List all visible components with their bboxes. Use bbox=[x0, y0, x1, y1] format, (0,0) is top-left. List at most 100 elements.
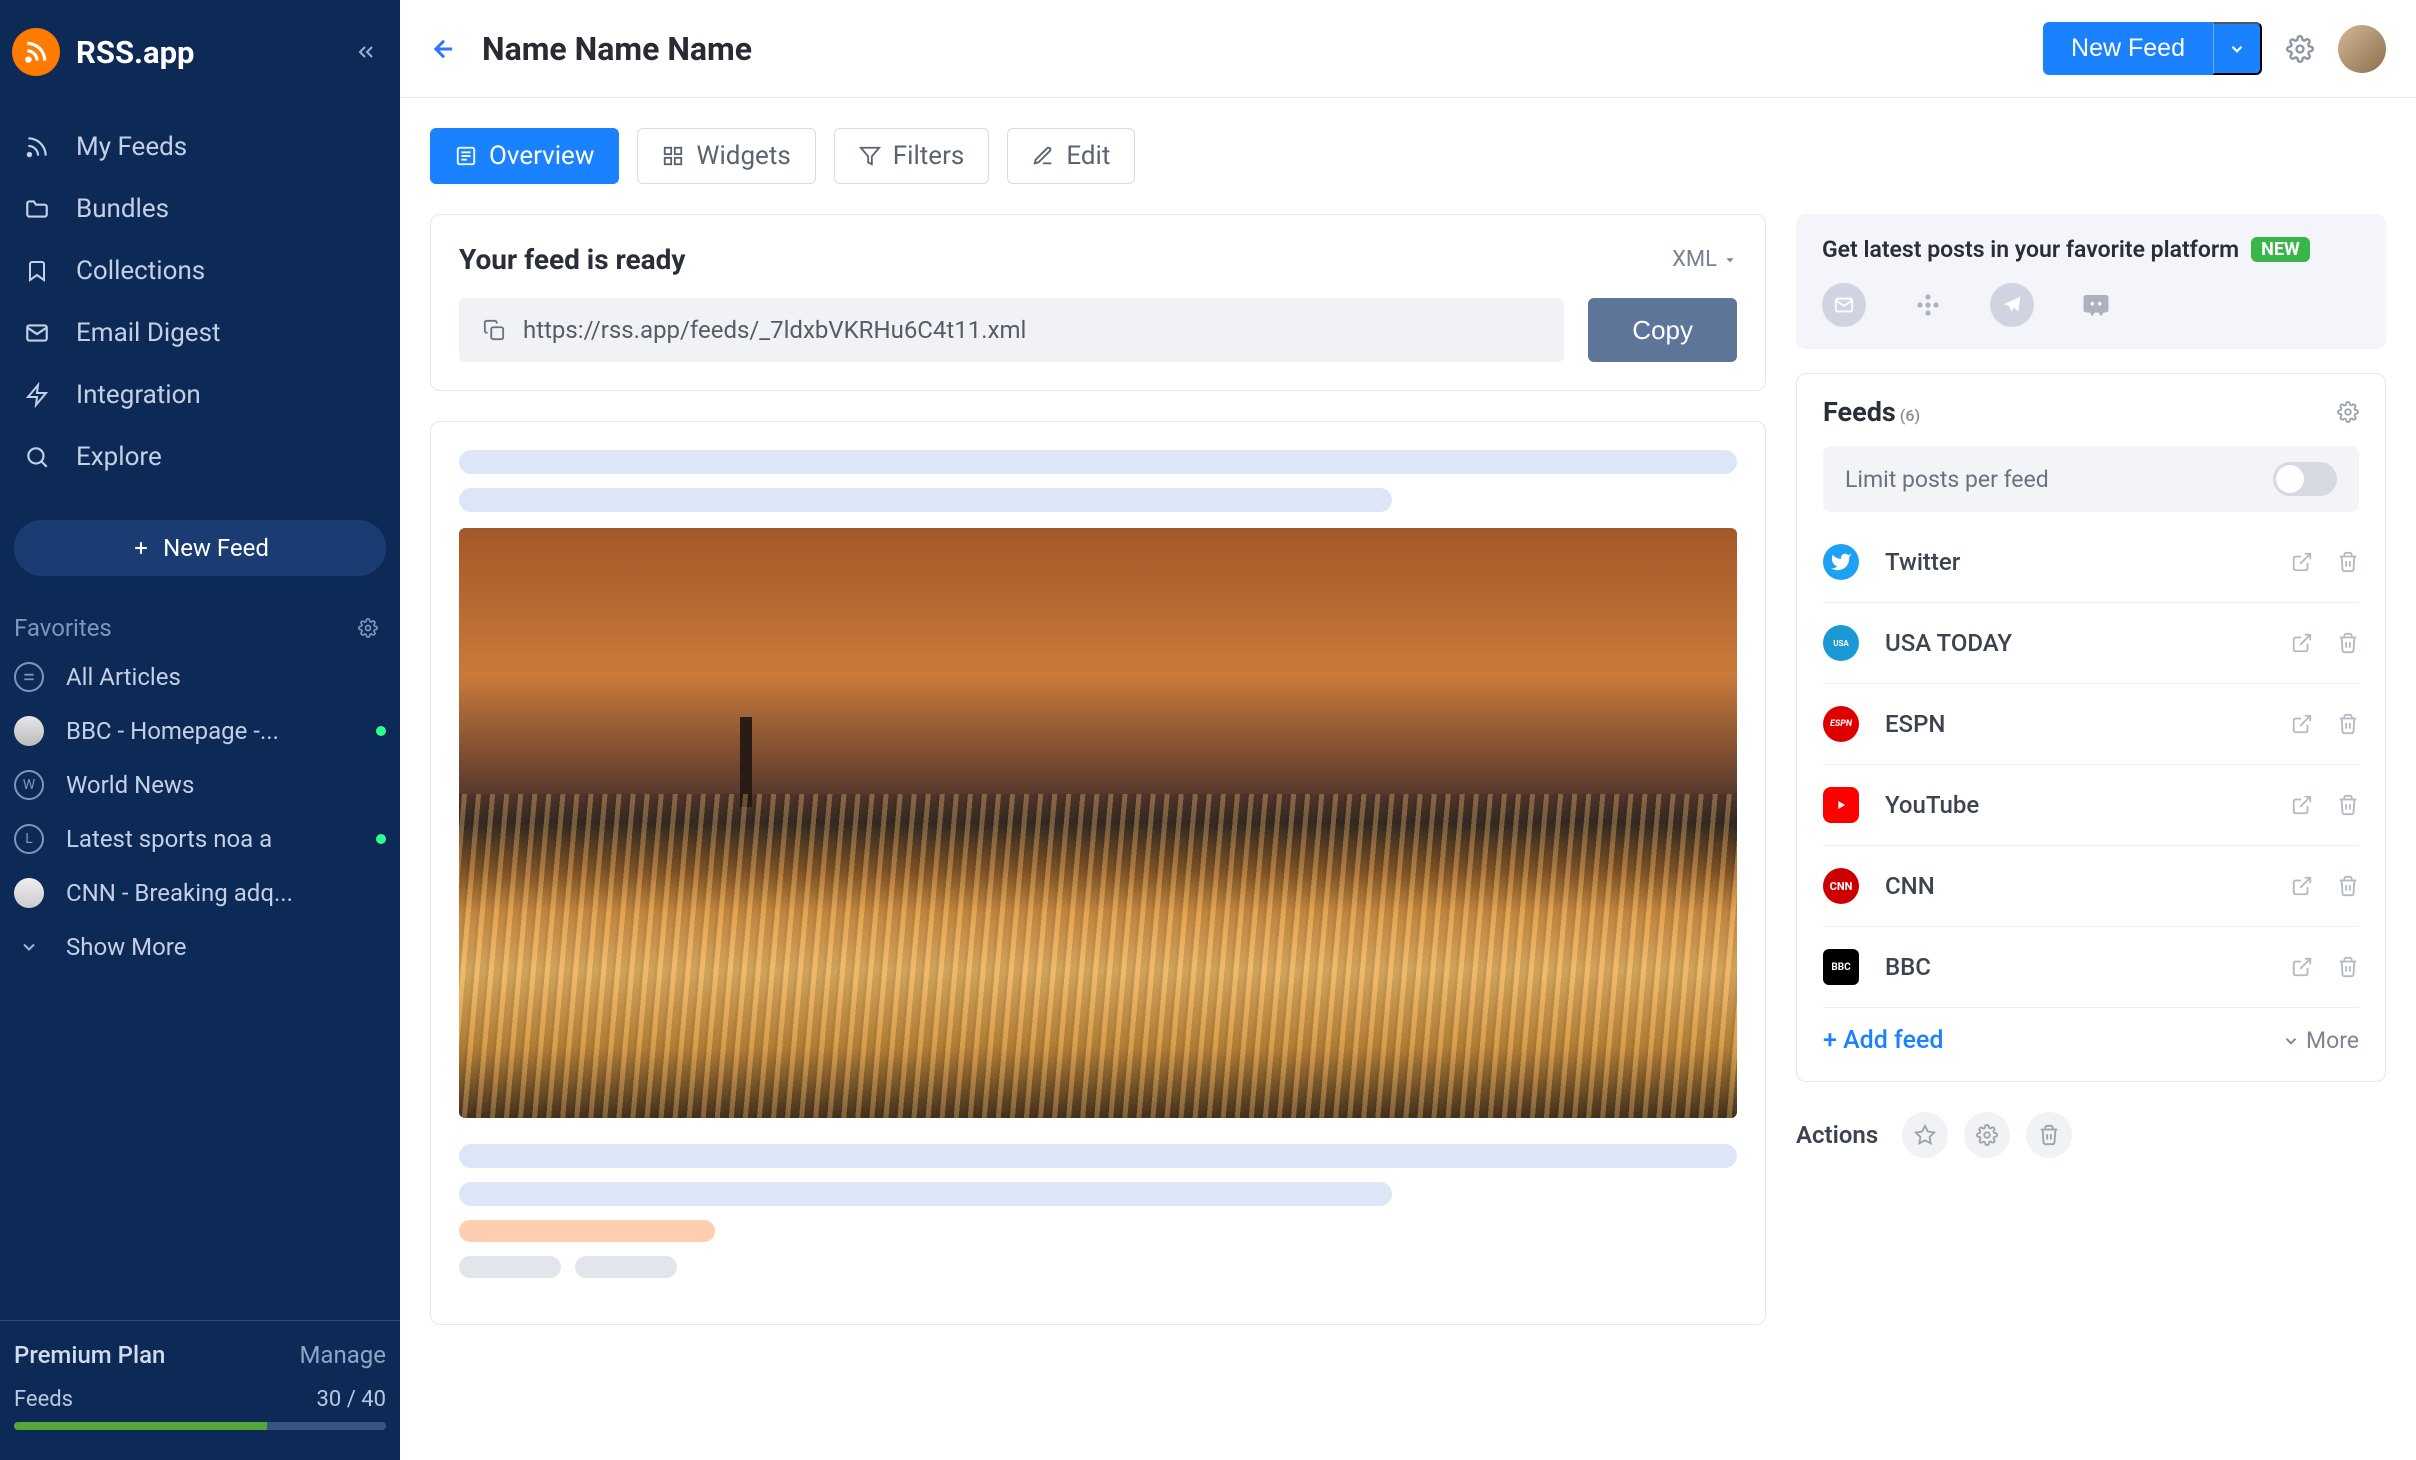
nav-integration[interactable]: Integration bbox=[0, 364, 400, 426]
external-link-icon bbox=[2291, 713, 2313, 735]
discord-icon bbox=[2079, 290, 2113, 320]
delete-action-button[interactable] bbox=[2026, 1112, 2072, 1158]
email-platform-button[interactable] bbox=[1822, 283, 1866, 327]
open-feed-button[interactable] bbox=[2291, 875, 2313, 897]
open-feed-button[interactable] bbox=[2291, 632, 2313, 654]
copy-icon bbox=[483, 319, 505, 341]
new-feed-sidebar-button[interactable]: New Feed bbox=[14, 520, 386, 576]
edit-icon bbox=[1032, 145, 1054, 167]
feed-url-box[interactable]: https://rss.app/feeds/_7ldxbVKRHu6C4t11.… bbox=[459, 298, 1564, 362]
delete-feed-button[interactable] bbox=[2337, 632, 2359, 654]
manage-link[interactable]: Manage bbox=[299, 1341, 386, 1369]
skeleton-line bbox=[459, 1182, 1392, 1206]
nav-label: My Feeds bbox=[76, 132, 187, 162]
discord-platform-button[interactable] bbox=[2074, 283, 2118, 327]
new-feed-button-group: New Feed bbox=[2043, 22, 2262, 75]
star-icon bbox=[1914, 1124, 1936, 1146]
limit-toggle[interactable] bbox=[2273, 462, 2337, 496]
tab-overview[interactable]: Overview bbox=[430, 128, 619, 184]
nav-label: Collections bbox=[76, 256, 205, 286]
favorite-action-button[interactable] bbox=[1902, 1112, 1948, 1158]
favorite-label: All Articles bbox=[66, 663, 386, 691]
skeleton-pill bbox=[575, 1256, 677, 1278]
settings-button[interactable] bbox=[2286, 35, 2314, 63]
tab-widgets[interactable]: Widgets bbox=[637, 128, 815, 184]
settings-action-button[interactable] bbox=[1964, 1112, 2010, 1158]
feed-item-usatoday[interactable]: USA USA TODAY bbox=[1823, 603, 2359, 684]
delete-feed-button[interactable] bbox=[2337, 551, 2359, 573]
telegram-platform-button[interactable] bbox=[1990, 283, 2034, 327]
favorite-world-news[interactable]: W World News bbox=[0, 758, 400, 812]
feed-item-twitter[interactable]: Twitter bbox=[1823, 522, 2359, 603]
new-feed-button[interactable]: New Feed bbox=[2043, 22, 2213, 75]
favorite-label: World News bbox=[66, 771, 386, 799]
favorite-sports[interactable]: L Latest sports noa a bbox=[0, 812, 400, 866]
more-dropdown[interactable]: More bbox=[2282, 1027, 2359, 1054]
slack-platform-button[interactable] bbox=[1906, 283, 1950, 327]
feeds-progress-bar bbox=[14, 1422, 386, 1430]
app-logo bbox=[12, 28, 60, 76]
add-feed-link[interactable]: + Add feed bbox=[1823, 1026, 1943, 1055]
feeds-settings-button[interactable] bbox=[2337, 401, 2359, 423]
nav-label: Email Digest bbox=[76, 318, 221, 348]
nav-label: Explore bbox=[76, 442, 162, 472]
feed-post-card bbox=[430, 421, 1766, 1325]
open-feed-button[interactable] bbox=[2291, 551, 2313, 573]
nav-explore[interactable]: Explore bbox=[0, 426, 400, 488]
tab-filters[interactable]: Filters bbox=[834, 128, 990, 184]
skeleton-line bbox=[459, 488, 1392, 512]
nav-collections[interactable]: Collections bbox=[0, 240, 400, 302]
open-feed-button[interactable] bbox=[2291, 956, 2313, 978]
gear-icon bbox=[2286, 35, 2314, 63]
platforms-card: Get latest posts in your favorite platfo… bbox=[1796, 214, 2386, 349]
user-avatar[interactable] bbox=[2338, 25, 2386, 73]
skeleton-tag bbox=[459, 1220, 715, 1242]
favorite-bbc[interactable]: BBC - Homepage -... bbox=[0, 704, 400, 758]
favorites-settings-button[interactable] bbox=[358, 618, 378, 638]
mail-icon bbox=[1833, 294, 1855, 316]
tab-edit[interactable]: Edit bbox=[1007, 128, 1135, 184]
feed-item-youtube[interactable]: YouTube bbox=[1823, 765, 2359, 846]
back-button[interactable] bbox=[430, 35, 458, 63]
nav-my-feeds[interactable]: My Feeds bbox=[0, 116, 400, 178]
cnn-favicon bbox=[14, 878, 44, 908]
delete-feed-button[interactable] bbox=[2337, 794, 2359, 816]
telegram-icon bbox=[2001, 294, 2023, 316]
tab-label: Edit bbox=[1066, 141, 1110, 171]
sidebar-footer: Premium Plan Manage Feeds 30 / 40 bbox=[0, 1320, 400, 1460]
app-name: RSS.app bbox=[76, 34, 195, 71]
delete-feed-button[interactable] bbox=[2337, 713, 2359, 735]
feed-item-cnn[interactable]: CNN CNN bbox=[1823, 846, 2359, 927]
bbc-favicon bbox=[14, 716, 44, 746]
chevron-down-icon bbox=[2282, 1032, 2300, 1050]
nav-email-digest[interactable]: Email Digest bbox=[0, 302, 400, 364]
external-link-icon bbox=[2291, 551, 2313, 573]
favorite-cnn[interactable]: CNN - Breaking adq... bbox=[0, 866, 400, 920]
favorite-label: CNN - Breaking adq... bbox=[66, 879, 386, 907]
feed-url: https://rss.app/feeds/_7ldxbVKRHu6C4t11.… bbox=[523, 316, 1026, 344]
open-feed-button[interactable] bbox=[2291, 794, 2313, 816]
gear-icon bbox=[358, 618, 378, 638]
favorite-all-articles[interactable]: All Articles bbox=[0, 650, 400, 704]
chevrons-left-icon bbox=[354, 40, 378, 64]
format-dropdown[interactable]: XML bbox=[1672, 247, 1737, 272]
tab-label: Widgets bbox=[696, 141, 790, 171]
sidebar-nav: My Feeds Bundles Collections Email Diges… bbox=[0, 104, 400, 500]
delete-feed-button[interactable] bbox=[2337, 956, 2359, 978]
nav-label: Integration bbox=[76, 380, 201, 410]
sidebar: RSS.app My Feeds Bundles Collections Ema… bbox=[0, 0, 400, 1460]
delete-feed-button[interactable] bbox=[2337, 875, 2359, 897]
open-feed-button[interactable] bbox=[2291, 713, 2313, 735]
show-more-favorites[interactable]: Show More bbox=[0, 920, 400, 974]
collapse-sidebar-button[interactable] bbox=[354, 40, 378, 64]
platforms-title: Get latest posts in your favorite platfo… bbox=[1822, 236, 2239, 263]
feeds-progress-fill bbox=[14, 1422, 267, 1430]
chevron-down-icon bbox=[2228, 40, 2246, 58]
trash-icon bbox=[2337, 956, 2359, 978]
nav-bundles[interactable]: Bundles bbox=[0, 178, 400, 240]
feeds-usage-label: Feeds bbox=[14, 1387, 73, 1412]
copy-button[interactable]: Copy bbox=[1588, 298, 1737, 362]
feed-item-espn[interactable]: ESPN ESPN bbox=[1823, 684, 2359, 765]
feed-item-bbc[interactable]: BBC BBC bbox=[1823, 927, 2359, 1008]
new-feed-dropdown-button[interactable] bbox=[2213, 22, 2262, 75]
